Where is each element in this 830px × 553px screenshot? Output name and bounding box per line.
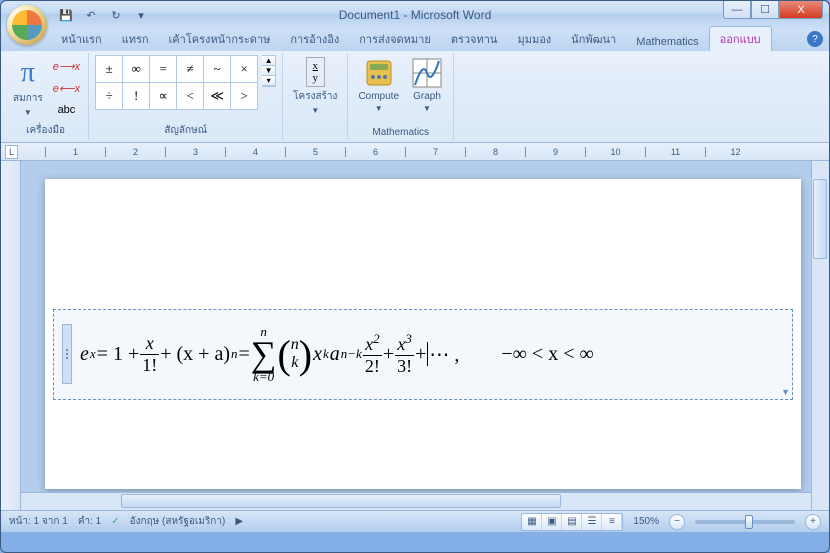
sym-prop[interactable]: ∝ <box>150 83 176 109</box>
structure-fraction-button[interactable]: xy โครงสร้าง ▼ <box>289 55 341 117</box>
sym-fact[interactable]: ! <box>123 83 149 109</box>
save-icon[interactable]: 💾 <box>55 4 77 26</box>
sym-times[interactable]: × <box>231 56 257 82</box>
scroll-thumb[interactable] <box>813 179 827 259</box>
minimize-button[interactable]: — <box>723 1 751 19</box>
vertical-ruler[interactable] <box>1 161 21 510</box>
tab-references[interactable]: การอ้างอิง <box>280 27 349 51</box>
equation-options-icon[interactable]: ▼ <box>781 387 790 397</box>
sym-pm[interactable]: ± <box>96 56 122 82</box>
linear-button[interactable]: e⟵x <box>51 77 82 99</box>
page-status[interactable]: หน้า: 1 จาก 1 <box>9 514 68 529</box>
sym-inf[interactable]: ∞ <box>123 56 149 82</box>
zoom-level[interactable]: 150% <box>633 516 659 527</box>
professional-button[interactable]: e⟶x <box>51 55 82 77</box>
tab-home[interactable]: หน้าแรก <box>51 27 112 51</box>
symbol-scroll: ▲ ▼ ▾ <box>262 55 276 87</box>
print-layout-view[interactable]: ▦ <box>522 514 542 530</box>
sym-eq[interactable]: = <box>150 56 176 82</box>
word-count[interactable]: คำ: 1 <box>78 514 101 529</box>
language-status[interactable]: อังกฤษ (สหรัฐอเมริกา) <box>130 514 226 529</box>
sym-div[interactable]: ÷ <box>96 83 122 109</box>
undo-icon[interactable]: ↶ <box>80 4 102 26</box>
zoom-knob[interactable] <box>745 515 753 529</box>
view-buttons: ▦ ▣ ▤ ☰ ≡ <box>521 513 623 531</box>
draft-view[interactable]: ≡ <box>602 514 622 530</box>
qat-dropdown-icon[interactable]: ▾ <box>130 4 152 26</box>
close-button[interactable]: X <box>779 1 823 19</box>
equation-handle[interactable] <box>62 324 72 384</box>
scroll-thumb[interactable] <box>121 494 561 508</box>
chevron-down-icon: ▼ <box>375 104 383 113</box>
redo-icon[interactable]: ↻ <box>105 4 127 26</box>
proofing-icon[interactable]: ✓ <box>111 516 119 527</box>
ribbon: π สมการ ▼ e⟶x e⟵x abc เครื่องมือ ± ∞ = ≠… <box>1 51 829 143</box>
chevron-down-icon: ▼ <box>423 104 431 113</box>
document-area: ex = 1 + x1! + (x + a)n = n∑k=0 (nk) xk … <box>1 161 829 510</box>
horizontal-scrollbar[interactable] <box>21 492 811 510</box>
horizontal-ruler[interactable]: L 1 2 3 4 5 6 7 8 9 10 11 12 <box>1 143 829 161</box>
ribbon-tabs: หน้าแรก แทรก เค้าโครงหน้ากระดาษ การอ้างอ… <box>1 29 829 51</box>
window-title: Document1 - Microsoft Word <box>339 8 492 22</box>
scroll-up-icon[interactable]: ▲ <box>262 56 275 66</box>
symbol-grid: ± ∞ = ≠ ~ × ÷ ! ∝ < ≪ > <box>95 55 258 110</box>
group-structures: xy โครงสร้าง ▼ <box>283 53 348 140</box>
compute-icon <box>363 57 395 89</box>
vertical-scrollbar[interactable] <box>811 161 829 510</box>
tab-design[interactable]: ออกแบบ <box>709 26 772 51</box>
chevron-down-icon: ▼ <box>311 106 319 115</box>
equation-content[interactable]: ex = 1 + x1! + (x + a)n = n∑k=0 (nk) xk … <box>80 324 594 385</box>
normal-text-button[interactable]: abc <box>51 99 82 121</box>
web-layout-view[interactable]: ▤ <box>562 514 582 530</box>
outline-view[interactable]: ☰ <box>582 514 602 530</box>
tab-page-layout[interactable]: เค้าโครงหน้ากระดาษ <box>159 27 281 51</box>
maximize-button[interactable]: ☐ <box>751 1 779 19</box>
group-mathematics: Compute ▼ Graph ▼ Mathematics <box>348 53 454 140</box>
equation-box[interactable]: ex = 1 + x1! + (x + a)n = n∑k=0 (nk) xk … <box>53 309 793 400</box>
equation-button[interactable]: π สมการ ▼ <box>9 55 47 119</box>
sym-lt[interactable]: < <box>177 83 203 109</box>
fraction-icon: xy <box>306 57 326 87</box>
group-tools: π สมการ ▼ e⟶x e⟵x abc เครื่องมือ <box>3 53 89 140</box>
tab-selector[interactable]: L <box>5 145 18 159</box>
sym-ll[interactable]: ≪ <box>204 83 230 109</box>
graph-button[interactable]: Graph ▼ <box>407 55 447 115</box>
pi-icon: π <box>21 57 35 89</box>
office-button[interactable] <box>7 5 47 45</box>
sym-gt[interactable]: > <box>231 83 257 109</box>
tab-review[interactable]: ตรวจทาน <box>441 27 508 51</box>
zoom-out-button[interactable]: − <box>669 514 685 530</box>
titlebar: 💾 ↶ ↻ ▾ Document1 - Microsoft Word — ☐ X <box>1 1 829 29</box>
group-symbols: ± ∞ = ≠ ~ × ÷ ! ∝ < ≪ > ▲ ▼ ▾ สัญลักษณ์ <box>89 53 283 140</box>
zoom-slider[interactable] <box>695 520 795 524</box>
tab-mathematics[interactable]: Mathematics <box>626 33 708 51</box>
macro-icon[interactable]: ▶ <box>235 516 243 527</box>
page[interactable]: ex = 1 + x1! + (x + a)n = n∑k=0 (nk) xk … <box>45 179 801 489</box>
tab-mailings[interactable]: การส่งจดหมาย <box>349 27 441 51</box>
sym-neq[interactable]: ≠ <box>177 56 203 82</box>
quick-access-toolbar: 💾 ↶ ↻ ▾ <box>55 4 152 26</box>
sym-tilde[interactable]: ~ <box>204 56 230 82</box>
compute-button[interactable]: Compute ▼ <box>354 55 403 115</box>
statusbar: หน้า: 1 จาก 1 คำ: 1 ✓ อังกฤษ (สหรัฐอเมริ… <box>1 510 829 532</box>
tab-view[interactable]: มุมมอง <box>507 27 561 51</box>
chevron-down-icon: ▼ <box>24 108 32 117</box>
tab-developer[interactable]: นักพัฒนา <box>561 27 626 51</box>
tab-insert[interactable]: แทรก <box>112 27 159 51</box>
full-screen-view[interactable]: ▣ <box>542 514 562 530</box>
help-icon[interactable]: ? <box>807 31 823 47</box>
zoom-in-button[interactable]: + <box>805 514 821 530</box>
scroll-more-icon[interactable]: ▾ <box>262 76 275 86</box>
cursor <box>427 342 428 366</box>
graph-icon <box>411 57 443 89</box>
window-controls: — ☐ X <box>723 1 823 19</box>
scroll-down-icon[interactable]: ▼ <box>262 66 275 76</box>
